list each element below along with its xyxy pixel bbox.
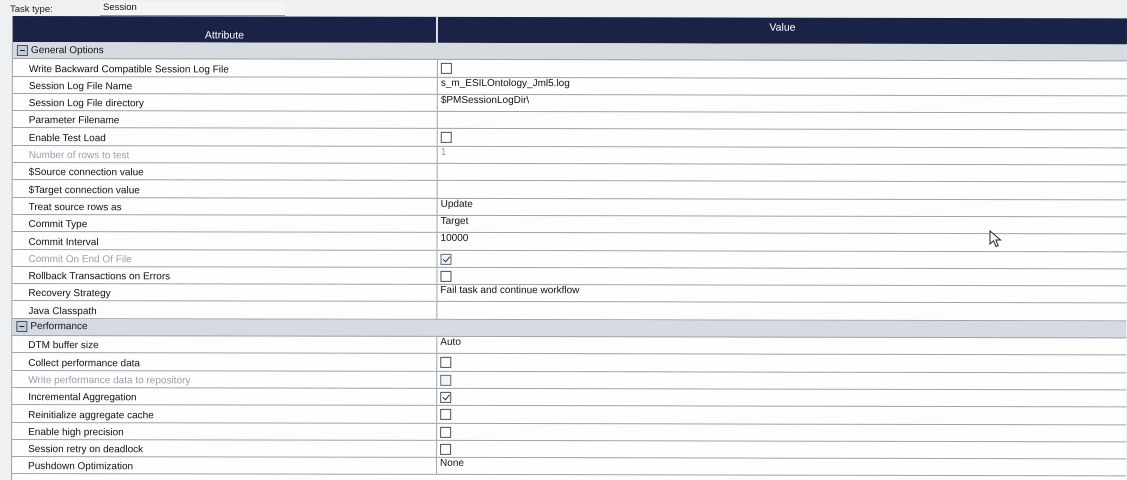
attribute-name: Write Backward Compatible Session Log Fi…	[12, 59, 438, 77]
attribute-value-field[interactable]	[437, 302, 1126, 320]
attribute-value-field[interactable]: 10000	[438, 233, 1127, 251]
attribute-name: Session Log File directory	[12, 93, 438, 112]
attribute-value-cell	[437, 372, 1126, 390]
checked-checkbox	[440, 253, 452, 265]
unchecked-checkbox[interactable]	[440, 270, 452, 282]
attribute-value-field[interactable]: Auto	[437, 337, 1126, 355]
grid-header: Attribute Value	[12, 16, 1127, 45]
attribute-name: Java Classpath	[12, 301, 438, 319]
attribute-name: Rollback Transactions on Errors	[12, 266, 438, 285]
attribute-value-field: 1	[440, 146, 447, 158]
attribute-name: $Target connection value	[12, 180, 438, 198]
unchecked-checkbox[interactable]	[440, 357, 452, 369]
mouse-pointer-icon	[989, 230, 1002, 248]
attribute-value-cell	[437, 389, 1126, 407]
attribute-name: Recovery Strategy	[12, 284, 438, 302]
attribute-name: Treat source rows as	[12, 197, 438, 215]
unchecked-checkbox[interactable]	[440, 132, 452, 144]
attribute-name: Parameter Filename	[12, 111, 438, 129]
task-type-field[interactable]: Session	[100, 2, 285, 16]
attribute-value-field[interactable]: $PMSessionLogDir\	[438, 95, 1127, 113]
attribute-name: Session retry on deadlock	[12, 439, 438, 458]
attribute-value-cell	[437, 250, 1126, 268]
attribute-value-field[interactable]: None	[437, 458, 1126, 476]
attribute-name: Session Log File Name	[12, 76, 438, 94]
attribute-value-field[interactable]	[438, 112, 1127, 130]
attribute-value-cell	[437, 268, 1126, 286]
unchecked-checkbox[interactable]	[440, 426, 452, 438]
task-type-row: Task type: Session	[0, 0, 1127, 16]
unchecked-checkbox[interactable]	[440, 443, 452, 455]
attribute-value-cell	[437, 354, 1126, 372]
attribute-name: $Source connection value	[12, 163, 438, 181]
attribute-name: Commit On End Of File	[12, 249, 438, 267]
value-column-header[interactable]: Value	[438, 17, 1127, 44]
attribute-name: Reinitialize aggregate cache	[12, 405, 438, 423]
attribute-name: Pushdown Optimization	[12, 457, 438, 475]
collapse-minus-icon[interactable]	[16, 44, 28, 56]
attribute-value-cell	[438, 129, 1127, 147]
attribute-value-cell	[438, 60, 1127, 78]
attribute-name: DTM buffer size	[12, 336, 438, 354]
attribute-value-field[interactable]: Target	[438, 216, 1127, 234]
attribute-name: Enable Test Load	[12, 128, 438, 146]
attribute-name: Enable high precision	[12, 422, 438, 440]
attribute-value-field[interactable]: Fail task and continue workflow	[437, 285, 1126, 303]
session-properties-grid: Attribute Value General Options Write Bac…	[11, 16, 1127, 480]
grid-body: General Options Write Backward Compatible…	[12, 42, 1127, 477]
attribute-name: Incremental Aggregation	[12, 387, 438, 406]
attribute-name: Commit Type	[12, 214, 438, 233]
unchecked-checkbox	[440, 374, 452, 386]
unchecked-checkbox[interactable]	[440, 409, 452, 421]
attribute-value-field[interactable]	[438, 164, 1127, 182]
attribute-value-cell	[437, 406, 1126, 424]
attribute-name: Write performance data to repository	[12, 370, 438, 388]
property-row[interactable]: Pushdown Optimization None	[12, 457, 1127, 477]
collapse-minus-icon[interactable]	[16, 321, 28, 333]
group-label: Performance	[30, 321, 88, 333]
attribute-value-cell	[437, 441, 1126, 459]
group-label: General Options	[30, 44, 104, 56]
unchecked-checkbox[interactable]	[440, 63, 452, 75]
task-type-label: Task type:	[10, 4, 53, 15]
attribute-value-field[interactable]: Update	[438, 199, 1127, 217]
attribute-value-field[interactable]	[438, 181, 1127, 199]
attribute-value-cell	[437, 423, 1126, 441]
attribute-column-header[interactable]: Attribute	[12, 16, 438, 43]
checked-checkbox[interactable]	[440, 391, 452, 403]
attribute-name: Commit Interval	[12, 232, 438, 250]
attribute-name: Collect performance data	[12, 353, 438, 371]
attribute-value-field[interactable]: s_m_ESILOntology_Jml5.log	[438, 77, 1127, 95]
attribute-name: Number of rows to test	[12, 145, 438, 163]
